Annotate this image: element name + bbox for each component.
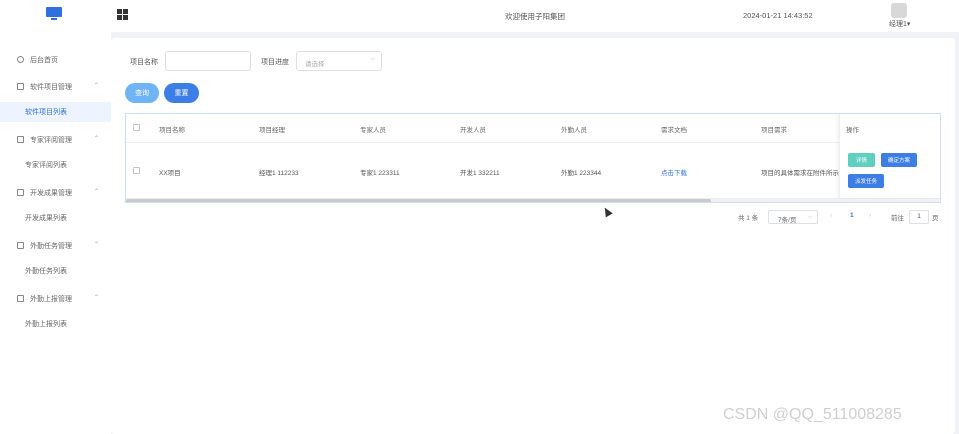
sidebar-subitem-dev-results-list[interactable]: 开发成果列表 <box>0 208 111 228</box>
sidebar-item-expert-review[interactable]: 专家评阅管理 ⌃ <box>0 132 111 150</box>
sidebar-item-field-reports[interactable]: 外勤上报管理 ⌃ <box>0 291 111 309</box>
sidebar-subitem-expert-review-list[interactable]: 专家评阅列表 <box>0 155 111 175</box>
column-header: 项目名称 <box>159 127 185 134</box>
sidebar-item-label: 后台首页 <box>30 57 58 64</box>
grid-apps-icon[interactable] <box>117 9 128 20</box>
project-progress-select[interactable]: 请选择 ⌵ <box>296 51 382 71</box>
select-all-checkbox[interactable] <box>133 124 140 131</box>
sidebar-item-label: 软件项目管理 <box>30 84 72 91</box>
cell-expert: 专家1 223311 <box>360 170 400 177</box>
project-name-label: 项目名称 <box>130 59 158 66</box>
sidebar-subitem-label: 外勤上报列表 <box>25 321 67 328</box>
next-page-button[interactable]: › <box>869 212 871 219</box>
column-header: 外勤人员 <box>561 127 587 134</box>
header-divider <box>126 142 940 143</box>
project-progress-label: 项目进度 <box>261 59 289 66</box>
sidebar-item-label: 开发成果管理 <box>30 190 72 197</box>
pagination-total: 共 1 条 <box>738 215 759 222</box>
sidebar-subitem-label: 软件项目列表 <box>25 109 67 116</box>
cell-developer: 开发1 332211 <box>460 170 500 177</box>
welcome-title: 欢迎使用子阳集团 <box>505 12 565 21</box>
avatar <box>891 3 907 18</box>
horizontal-scrollbar[interactable] <box>126 199 940 202</box>
goto-label: 前往 <box>891 215 904 222</box>
user-name: 经理1▾ <box>889 21 911 28</box>
cell-manager: 经理1 112233 <box>259 170 299 177</box>
scrollbar-thumb[interactable] <box>126 199 711 202</box>
column-header: 项目经理 <box>259 127 285 134</box>
sidebar: 后台首页 软件项目管理 ⌃ 软件项目列表 专家评阅管理 ⌃ 专家评阅列表 开发成… <box>0 32 111 434</box>
sidebar-item-dev-results[interactable]: 开发成果管理 ⌃ <box>0 185 111 203</box>
page-suffix: 页 <box>932 215 939 222</box>
sidebar-subitem-software-project-list[interactable]: 软件项目列表 <box>0 102 111 122</box>
chevron-up-icon: ⌃ <box>94 189 100 195</box>
top-bar: 欢迎使用子阳集团 2024-01-21 14:43:52 经理1▾ <box>0 0 959 32</box>
prev-page-button[interactable]: ‹ <box>830 212 832 219</box>
sidebar-item-label: 外勤任务管理 <box>30 243 72 250</box>
cell-field-staff: 外勤1 223344 <box>561 170 602 177</box>
sidebar-item-label: 外勤上报管理 <box>30 296 72 303</box>
row-checkbox[interactable] <box>133 167 140 174</box>
sidebar-subitem-field-tasks-list[interactable]: 外勤任务列表 <box>0 261 111 281</box>
folder-icon <box>17 189 24 196</box>
cell-requirement: 项目的具体需求在附件所示 <box>761 170 839 177</box>
current-datetime: 2024-01-21 14:43:52 <box>743 11 813 20</box>
column-header: 需求文档 <box>661 127 687 134</box>
page-size-select[interactable]: 7条/页 ⌵ <box>768 210 818 224</box>
reset-button[interactable]: 重置 <box>164 83 199 103</box>
sidebar-item-field-tasks[interactable]: 外勤任务管理 ⌃ <box>0 238 111 256</box>
user-menu[interactable]: 经理1▾ <box>889 3 919 29</box>
query-button[interactable]: 查询 <box>125 83 159 103</box>
sidebar-item-label: 专家评阅管理 <box>30 137 72 144</box>
chevron-down-icon: ⌵ <box>370 56 375 62</box>
column-header: 开发人员 <box>460 127 486 134</box>
project-table: 项目名称 项目经理 专家人员 开发人员 外勤人员 需求文档 项目需求 XX项目 … <box>125 113 941 203</box>
sidebar-subitem-field-reports-list[interactable]: 外勤上报列表 <box>0 314 111 334</box>
watermark: CSDN @QQ_511008285 <box>723 406 902 423</box>
column-header: 项目需求 <box>761 127 787 134</box>
folder-icon <box>17 83 24 90</box>
sidebar-item-home[interactable]: 后台首页 <box>0 52 111 70</box>
detail-button[interactable]: 详情 <box>848 153 875 167</box>
folder-icon <box>17 295 24 302</box>
operation-column: 操作 详情 确定方案 派发任务 <box>839 114 940 198</box>
page-number[interactable]: 1 <box>850 212 854 219</box>
column-header: 专家人员 <box>360 127 386 134</box>
page-size-value: 7条/页 <box>778 217 797 224</box>
select-placeholder: 请选择 <box>305 61 325 68</box>
chevron-up-icon: ⌃ <box>94 136 100 142</box>
sidebar-subitem-label: 开发成果列表 <box>25 215 67 222</box>
sidebar-item-software-projects[interactable]: 软件项目管理 ⌃ <box>0 79 111 97</box>
download-link[interactable]: 点击下载 <box>661 167 687 177</box>
chevron-up-icon: ⌃ <box>94 295 100 301</box>
confirm-plan-button[interactable]: 确定方案 <box>881 153 917 167</box>
dispatch-task-button[interactable]: 派发任务 <box>848 174 884 188</box>
main-content: 项目名称 项目进度 请选择 ⌵ 查询 重置 项目名称 项目经理 专家人员 开发人… <box>111 38 955 434</box>
goto-page-input[interactable]: 1 <box>909 210 929 224</box>
sidebar-subitem-label: 外勤任务列表 <box>25 268 67 275</box>
chevron-up-icon: ⌃ <box>94 242 100 248</box>
column-header: 操作 <box>846 127 859 134</box>
chevron-up-icon: ⌃ <box>94 83 100 89</box>
folder-icon <box>17 242 24 249</box>
sidebar-subitem-label: 专家评阅列表 <box>25 162 67 169</box>
monitor-logo-icon <box>46 7 62 20</box>
clock-icon <box>17 56 24 63</box>
folder-icon <box>17 136 24 143</box>
chevron-down-icon: ⌵ <box>808 214 812 220</box>
project-name-input[interactable] <box>165 51 251 71</box>
cell-project-name: XX项目 <box>159 170 181 177</box>
